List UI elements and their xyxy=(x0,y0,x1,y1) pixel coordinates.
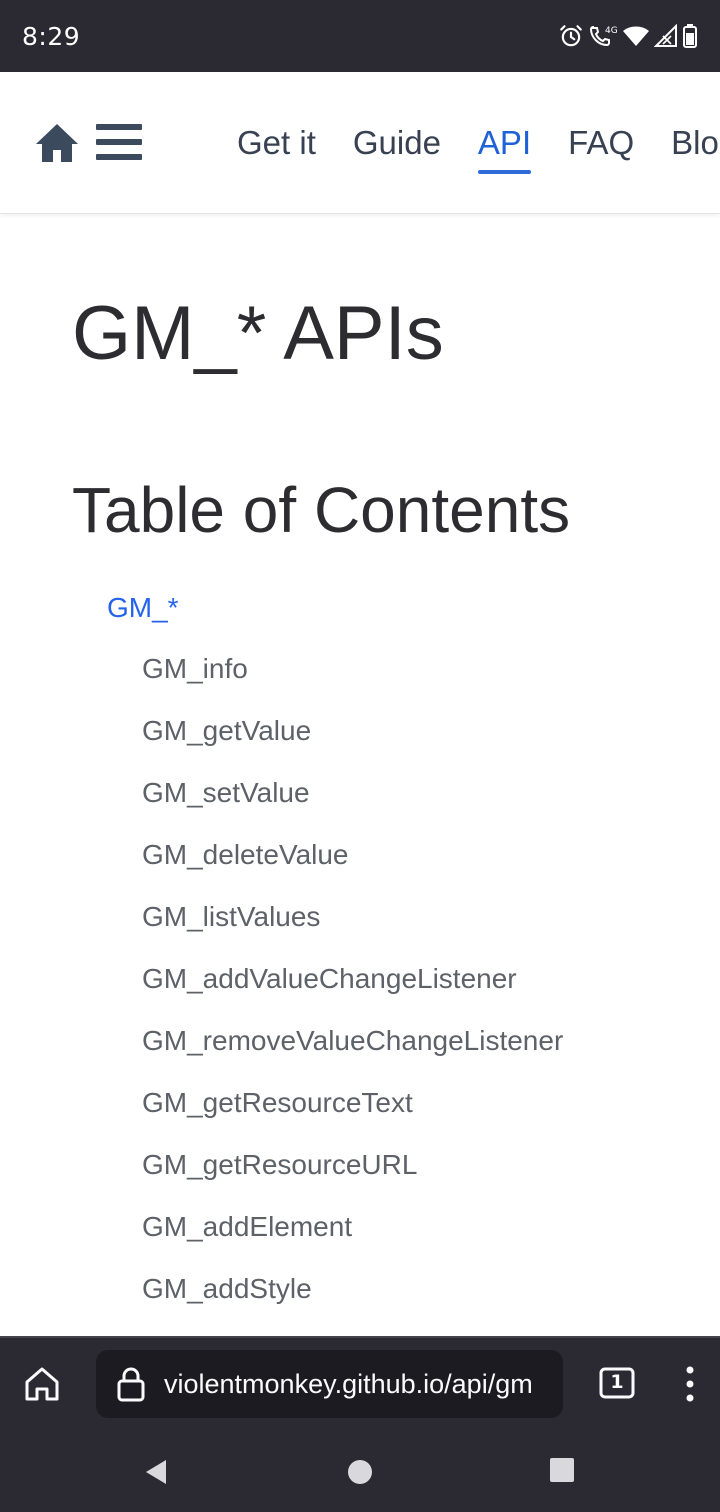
toc-item[interactable]: GM_getResourceURL xyxy=(142,1147,563,1209)
system-nav-bar xyxy=(0,1428,720,1512)
nav-faq[interactable]: FAQ xyxy=(568,124,634,162)
url-text[interactable]: violentmonkey.github.io/api/gm xyxy=(164,1350,533,1418)
nav-api[interactable]: API xyxy=(477,124,532,174)
toc-item[interactable]: GM_addValueChangeListener xyxy=(142,961,563,1023)
status-icons: 4G xyxy=(558,23,698,49)
wifi-icon xyxy=(623,26,649,46)
toc-item[interactable]: GM_deleteValue xyxy=(142,837,563,899)
toc-item[interactable]: GM_getResourceText xyxy=(142,1085,563,1147)
toc-item[interactable]: GM_info xyxy=(142,651,563,713)
menu-icon[interactable] xyxy=(96,122,142,162)
status-time: 8:29 xyxy=(22,21,81,51)
battery-icon xyxy=(683,24,697,48)
toc-item[interactable]: GM_addStyle xyxy=(142,1271,563,1333)
more-options-icon[interactable] xyxy=(676,1362,704,1406)
toc-item[interactable]: GM_setValue xyxy=(142,775,563,837)
page-title: GM_* APIs xyxy=(72,291,444,376)
wifi-calling-icon: 4G xyxy=(589,25,618,47)
toc-item[interactable]: GM_listValues xyxy=(142,899,563,961)
toc-item[interactable]: GM_removeValueChangeListener xyxy=(142,1023,563,1085)
network-label: 4G xyxy=(605,26,618,36)
tab-count: 1 xyxy=(610,1371,624,1393)
status-bar: 8:29 4G xyxy=(0,0,720,72)
site-header: Get it Guide API FAQ Blo xyxy=(0,72,720,214)
toc-item[interactable]: GM_addElement xyxy=(142,1209,563,1271)
home-icon[interactable] xyxy=(34,120,80,166)
alarm-icon xyxy=(560,25,582,47)
nav-get-it[interactable]: Get it xyxy=(237,124,316,162)
main-nav: Get it Guide API FAQ Blo xyxy=(237,72,720,213)
browser-home-icon[interactable] xyxy=(22,1364,62,1404)
tabs-button[interactable]: 1 xyxy=(598,1366,636,1400)
back-icon[interactable] xyxy=(140,1456,172,1488)
toc-heading: Table of Contents xyxy=(72,474,571,546)
toc-root-link[interactable]: GM_* xyxy=(107,592,179,624)
signal-icon xyxy=(654,24,677,47)
home-circle-icon[interactable] xyxy=(344,1456,376,1488)
nav-guide[interactable]: Guide xyxy=(353,124,441,162)
nav-blog[interactable]: Blo xyxy=(671,124,719,162)
main-content: GM_* APIs Table of Contents GM_* GM_info… xyxy=(0,214,720,1336)
browser-toolbar: violentmonkey.github.io/api/gm 1 xyxy=(0,1336,720,1428)
toc-list: GM_info GM_getValue GM_setValue GM_delet… xyxy=(142,651,563,1333)
lock-icon xyxy=(117,1367,145,1402)
recents-icon[interactable] xyxy=(548,1456,576,1484)
toc-item[interactable]: GM_getValue xyxy=(142,713,563,775)
url-bar[interactable]: violentmonkey.github.io/api/gm xyxy=(96,1350,563,1418)
